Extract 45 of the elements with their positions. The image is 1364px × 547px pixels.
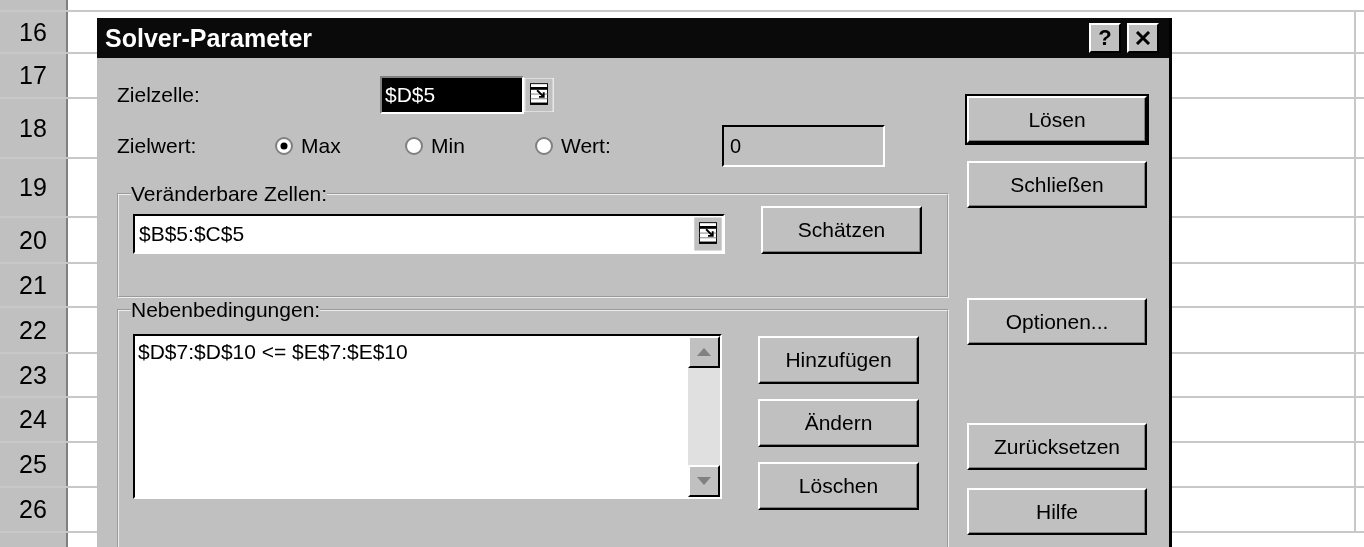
dialog-button[interactable]: Ändern (758, 399, 919, 447)
row-header[interactable]: 19 (0, 159, 68, 216)
row-header[interactable]: 23 (0, 354, 68, 396)
window-title: Solver-Parameter (105, 23, 313, 53)
row-header[interactable]: 26 (0, 488, 68, 531)
row-header[interactable]: 20 (0, 218, 68, 262)
radio-icon[interactable] (535, 137, 553, 155)
dialog-button[interactable]: Optionen... (967, 298, 1147, 345)
group-label: Nebenbedingungen: (131, 298, 321, 322)
scroll-down-button[interactable] (688, 465, 720, 497)
radio-icon[interactable] (405, 137, 423, 155)
radio-option[interactable]: Min (405, 134, 535, 158)
row-header[interactable]: 25 (0, 443, 68, 486)
row-header[interactable]: 18 (0, 99, 68, 157)
row-header[interactable]: 21 (0, 264, 68, 306)
row-header[interactable]: 24 (0, 398, 68, 441)
group-label: Veränderbare Zellen: (131, 182, 328, 206)
arrow-up-icon (697, 348, 711, 356)
range-select-icon[interactable] (524, 78, 554, 112)
help-button[interactable]: ? (1089, 23, 1121, 53)
radio-icon[interactable] (275, 137, 293, 155)
guess-button[interactable]: Schätzen (761, 206, 922, 254)
dialog-button[interactable]: Hinzufügen (758, 336, 919, 384)
close-icon (1135, 31, 1151, 45)
field-label: Zielzelle: (117, 83, 201, 107)
changing-cells-field[interactable]: $B$5:$C$5 (133, 214, 725, 254)
scrollbar[interactable] (688, 336, 720, 497)
row-header[interactable]: 22 (0, 308, 68, 352)
radio-option[interactable]: Max (275, 134, 405, 158)
range-select-icon[interactable] (693, 217, 723, 251)
dialog-button[interactable]: Löschen (758, 462, 919, 510)
dialog-button[interactable]: Hilfe (967, 488, 1147, 535)
list-item[interactable]: $D$7:$D$10 <= $E$7:$E$10 (138, 340, 685, 364)
radio-option[interactable]: Wert: (535, 134, 665, 158)
arrow-down-icon (697, 477, 711, 485)
field-label: Zielwert: (117, 134, 198, 158)
row-header[interactable]: 17 (0, 54, 68, 97)
scroll-up-button[interactable] (688, 336, 720, 368)
dialog-button[interactable]: Schließen (967, 161, 1147, 208)
row-header[interactable]: 16 (0, 12, 68, 52)
dialog-button[interactable]: Zurücksetzen (967, 423, 1147, 470)
close-button[interactable] (1127, 23, 1159, 53)
constraints-list[interactable]: $D$7:$D$10 <= $E$7:$E$10 (133, 334, 722, 499)
dialog-button[interactable]: Lösen (967, 96, 1147, 143)
target-cell-field[interactable]: $D$5 (380, 76, 524, 114)
